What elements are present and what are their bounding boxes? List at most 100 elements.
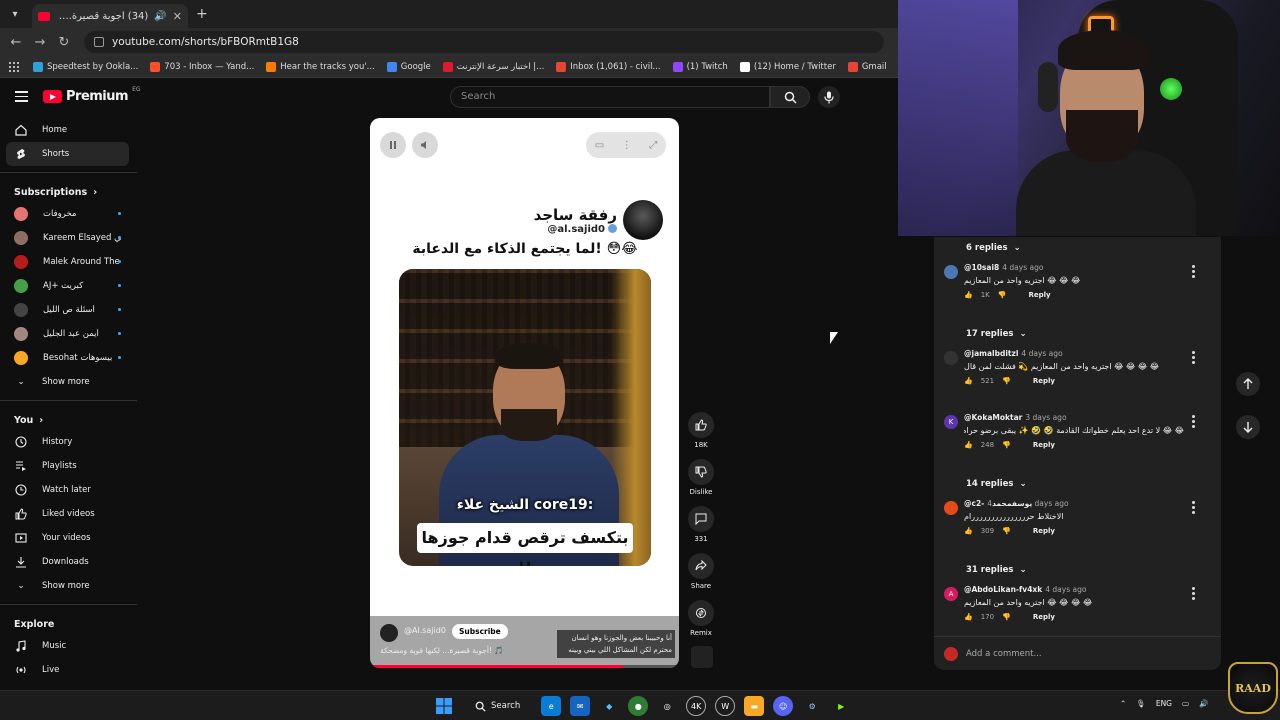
youtube-logo[interactable]: Premium EG	[43, 86, 141, 104]
comments-button[interactable]	[688, 506, 714, 532]
sidebar-item-downloads[interactable]: Downloads	[0, 550, 129, 574]
voice-search-button[interactable]	[818, 86, 840, 108]
outlook-icon[interactable]: ✉	[570, 696, 591, 716]
subscription-item[interactable]: AJ+ كبريت	[0, 274, 137, 298]
wordpress-icon[interactable]: W	[715, 696, 736, 716]
sidebar-item-your-videos[interactable]: Your videos	[0, 526, 129, 550]
comment-dislike-button[interactable]: 👎	[1002, 527, 1011, 535]
replies-toggle[interactable]: 31 replies ⌄	[934, 559, 1221, 581]
replies-toggle[interactable]: 17 replies ⌄	[934, 323, 1221, 345]
sidebar-item-history[interactable]: History	[0, 430, 129, 454]
subscription-item[interactable]: Kareem Elsayed سي...	[0, 226, 137, 250]
sidebar-item-playlists[interactable]: Playlists	[0, 454, 129, 478]
tab-search-dropdown-icon[interactable]: ▾	[4, 3, 26, 25]
bookmark-item[interactable]: Inbox (1,061) - civil...	[550, 61, 666, 72]
share-action[interactable]: Share	[686, 553, 716, 590]
share-button[interactable]	[688, 553, 714, 579]
comment-author[interactable]: @KokaMoktar	[964, 413, 1022, 422]
streamlabs-icon[interactable]: ▶	[831, 696, 851, 716]
subscription-item[interactable]: أسئلة ص الليل	[0, 298, 137, 322]
vpn-icon[interactable]: ◆	[599, 696, 619, 716]
replies-toggle[interactable]: 6 replies ⌄	[934, 237, 1221, 259]
show-more-subscriptions[interactable]: ⌄ Show more	[0, 370, 129, 394]
comment-dislike-button[interactable]: 👎	[998, 291, 1007, 299]
commenter-avatar[interactable]	[944, 501, 958, 515]
reply-button[interactable]: Reply	[1033, 527, 1055, 535]
subscribe-button[interactable]: Subscribe	[452, 624, 508, 639]
comment-dislike-button[interactable]: 👎	[1002, 613, 1011, 621]
4k-downloader-icon[interactable]: 4K	[686, 696, 707, 716]
volume-button[interactable]	[412, 132, 438, 158]
like-button[interactable]	[688, 412, 714, 438]
like-action[interactable]: 18K	[686, 412, 716, 449]
apps-grid-icon[interactable]	[9, 61, 19, 72]
sidebar-item-watch-later[interactable]: Watch later	[0, 478, 129, 502]
browser-tab[interactable]: (34) أجوبة قصيرة... لكنها قوي 🔊 ✕	[32, 4, 188, 28]
bookmark-item[interactable]: 703 - Inbox — Yand...	[144, 61, 260, 72]
commenter-avatar[interactable]	[944, 265, 958, 279]
bookmark-item[interactable]: Google	[381, 61, 437, 72]
show-more-you[interactable]: ⌄ Show more	[0, 574, 129, 598]
comments-action[interactable]: 331	[686, 506, 716, 543]
sidebar-item-live[interactable]: Live	[0, 658, 129, 682]
obs-icon[interactable]: ◎	[657, 696, 677, 716]
video-description[interactable]: أنا وحبيبنا بعض والجوزنا وهو انسان محترم…	[557, 630, 675, 658]
comment-like-button[interactable]: 👍	[964, 613, 973, 621]
comment-author[interactable]: @10sai8	[964, 263, 999, 272]
network-icon[interactable]: ▭	[1182, 699, 1189, 708]
comment-more-icon[interactable]	[1192, 415, 1195, 430]
sound-thumbnail[interactable]	[691, 646, 713, 668]
shorts-player[interactable]: ▭ ⋮ ⤢ رفقة ساجد @al.sajid0 لما يجتمع الذ…	[370, 118, 679, 668]
tray-mic-icon[interactable]: 🎙	[1136, 699, 1146, 708]
comment-dislike-button[interactable]: 👎	[1002, 441, 1011, 449]
subscription-item[interactable]: Besohat بيسوهات	[0, 346, 137, 370]
bookmark-item[interactable]: (1) Twitch	[667, 61, 734, 72]
remix-action[interactable]: Remix	[686, 600, 716, 637]
file-explorer-icon[interactable]: ▬	[744, 696, 765, 716]
tray-chevron-icon[interactable]: ⌃	[1120, 699, 1126, 708]
chrome-icon[interactable]: ●	[628, 696, 649, 716]
search-input[interactable]: Search	[450, 86, 770, 108]
tab-close-icon[interactable]: ✕	[173, 10, 182, 23]
fullscreen-icon[interactable]: ⤢	[649, 140, 657, 151]
comment-author[interactable]: @AbdoLikan-fv4xk	[964, 585, 1042, 594]
comment-like-button[interactable]: 👍	[964, 377, 973, 385]
subscription-item[interactable]: أيمن عبد الجليل	[0, 322, 137, 346]
site-info-icon[interactable]	[94, 37, 104, 47]
bookmark-item[interactable]: Gmail	[842, 61, 893, 72]
you-heading[interactable]: You ›	[0, 407, 137, 430]
reply-button[interactable]: Reply	[1033, 613, 1055, 621]
previous-short-button[interactable]	[1236, 372, 1260, 396]
discord-icon[interactable]: ☺	[773, 696, 794, 716]
remix-button[interactable]	[688, 600, 714, 626]
sidebar-item-home[interactable]: Home	[0, 118, 129, 142]
dislike-action[interactable]: Dislike	[686, 459, 716, 496]
comment-more-icon[interactable]	[1192, 587, 1195, 602]
progress-bar[interactable]	[370, 665, 679, 668]
comment-dislike-button[interactable]: 👎	[1002, 377, 1011, 385]
reply-button[interactable]: Reply	[1033, 377, 1055, 385]
taskbar-search[interactable]: Search	[463, 696, 532, 716]
footer-channel-handle[interactable]: @Al.sajid0	[404, 626, 446, 635]
replies-toggle[interactable]: 14 replies ⌄	[934, 473, 1221, 495]
sidebar-item-liked-videos[interactable]: Liked videos	[0, 502, 129, 526]
address-bar[interactable]: youtube.com/shorts/bFBORmtB1G8	[84, 31, 884, 53]
forward-icon[interactable]: →	[28, 35, 52, 50]
commenter-avatar[interactable]	[944, 351, 958, 365]
dislike-button[interactable]	[688, 459, 714, 485]
pause-button[interactable]	[380, 132, 406, 158]
steam-icon[interactable]: ⚙	[802, 696, 822, 716]
comment-more-icon[interactable]	[1192, 501, 1195, 516]
video-title-line[interactable]: أجوبة قصيرة... لكنها قوية ومضحكة! 🎵	[380, 646, 504, 655]
new-tab-button[interactable]: +	[196, 6, 208, 22]
subscription-item[interactable]: مخروفات	[0, 202, 137, 226]
bookmark-item[interactable]: اختبار سرعة الإنترنت |...	[437, 61, 551, 72]
sidebar-item-shorts[interactable]: Shorts	[6, 142, 129, 166]
comment-more-icon[interactable]	[1192, 351, 1195, 366]
comment-author[interactable]: @jamalbditzl	[964, 349, 1018, 358]
back-icon[interactable]: ←	[4, 35, 28, 50]
add-comment-bar[interactable]: Add a comment...	[934, 636, 1221, 670]
reply-button[interactable]: Reply	[1028, 291, 1050, 299]
bookmark-item[interactable]: Speedtest by Ookla...	[27, 61, 144, 72]
comment-like-button[interactable]: 👍	[964, 291, 973, 299]
